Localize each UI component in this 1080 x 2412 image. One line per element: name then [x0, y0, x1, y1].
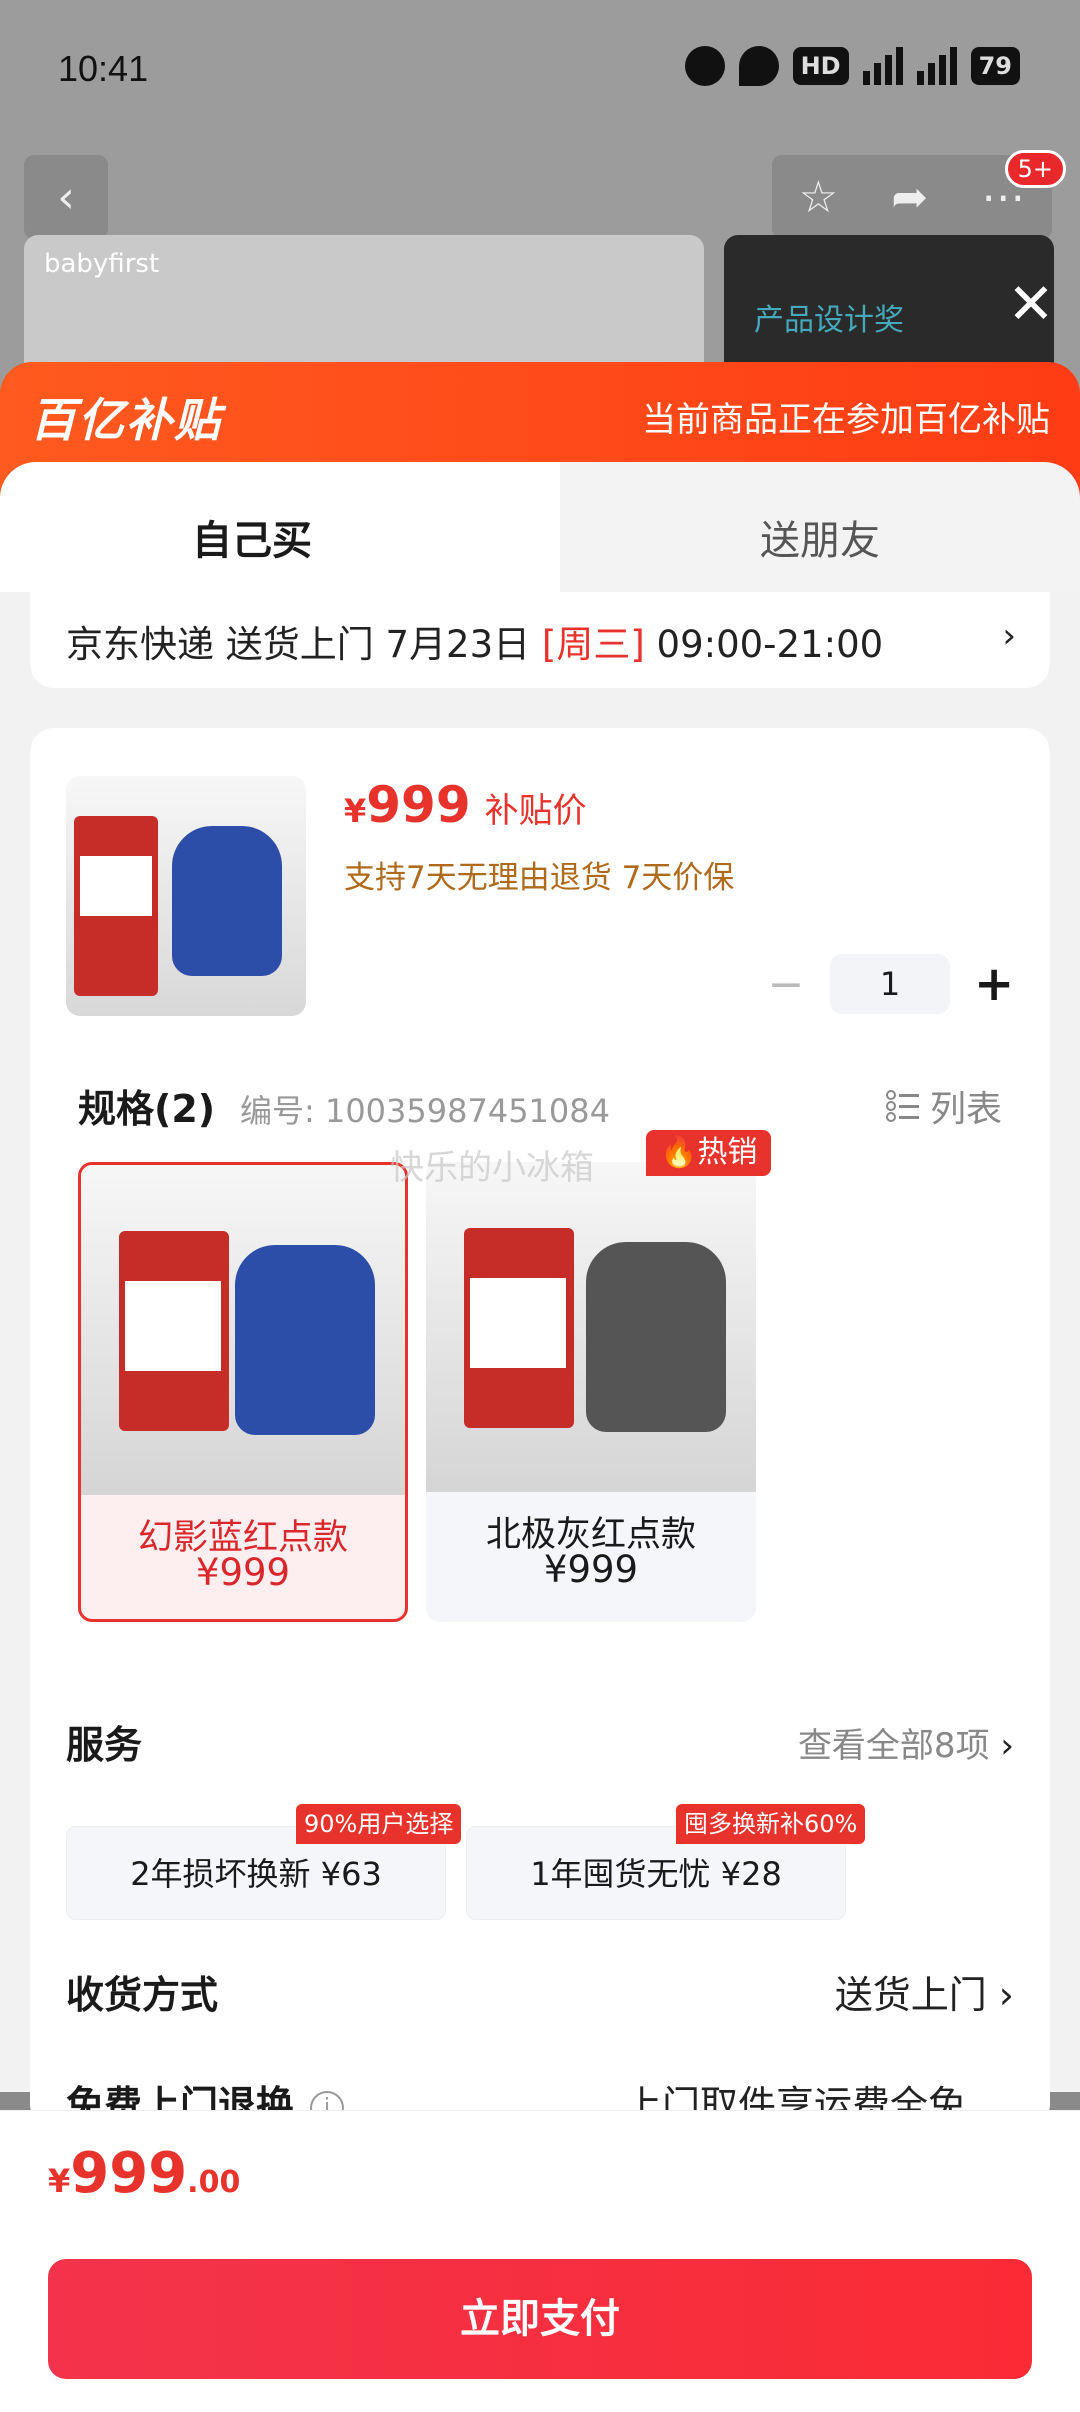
- signal-icon: [916, 47, 957, 85]
- total-currency: ¥: [48, 2162, 71, 2200]
- view-all-label: 查看全部8项: [797, 1726, 990, 1766]
- variant-image: [81, 1165, 405, 1495]
- purchase-sheet: 百亿补贴 当前商品正在参加百亿补贴 送朋友 自己买 京东快递 送货上门 7月23…: [0, 362, 1080, 2412]
- award-card-graphic: [74, 816, 158, 996]
- variant-option-blue[interactable]: 幻影蓝红点款 ¥999: [78, 1162, 408, 1622]
- notification-badge: 5+: [1004, 150, 1066, 188]
- delivery-row[interactable]: 京东快递 送货上门 7月23日 [周三] 09:00-21:00 ›: [30, 592, 1050, 688]
- hd-icon: HD: [792, 47, 849, 85]
- price-label: 补贴价: [484, 791, 587, 831]
- back-button[interactable]: ‹: [24, 155, 108, 239]
- plus-button[interactable]: +: [974, 956, 1014, 1012]
- car-seat-graphic: [586, 1242, 726, 1432]
- watermark: 快乐的小冰箱: [390, 1148, 594, 1188]
- shipping-method[interactable]: 送货上门 ›: [835, 1964, 1014, 2019]
- minus-button[interactable]: −: [766, 959, 806, 1010]
- signal-icon: [862, 47, 903, 85]
- spec-code: 编号: 10035987451084: [240, 1092, 610, 1130]
- total-integer: 999: [70, 2141, 188, 2206]
- services-title: 服务: [66, 1723, 143, 1767]
- product-card: ¥999 补贴价 支持7天无理由退货 7天价保 − 1 + 规格(2) 编号: 1…: [30, 728, 1050, 2128]
- spec-title: 规格(2): [78, 1087, 216, 1131]
- close-icon[interactable]: ✕: [996, 270, 1066, 340]
- brand-label: babyfirst: [44, 249, 160, 279]
- quantity-stepper: − 1 +: [766, 954, 1014, 1014]
- hot-sale-badge: 🔥热销: [646, 1130, 772, 1176]
- fire-icon: 🔥: [660, 1135, 698, 1170]
- chevron-left-icon: ‹: [57, 171, 75, 223]
- share-icon[interactable]: ➦: [891, 172, 928, 223]
- list-icon: [885, 1090, 919, 1122]
- award-card-graphic: [119, 1231, 229, 1431]
- car-seat-graphic: [235, 1245, 375, 1435]
- banner-message: 当前商品正在参加百亿补贴: [642, 400, 1050, 440]
- currency-symbol: ¥: [344, 792, 367, 830]
- shipping-value: 送货上门: [834, 1973, 987, 2017]
- battery-icon: 79: [970, 47, 1020, 85]
- variant-option-grey[interactable]: 北极灰红点款 ¥999: [426, 1162, 756, 1622]
- subsidy-logo: 百亿补贴: [30, 393, 222, 447]
- checkout-footer: ¥999.00 立即支付: [0, 2110, 1080, 2412]
- chevron-right-icon: ›: [998, 1973, 1014, 2017]
- delivery-text: 京东快递 送货上门 7月23日 [周三] 09:00-21:00: [66, 614, 883, 668]
- variant-price: ¥999: [195, 1551, 291, 1594]
- purchase-tabs: 送朋友 自己买: [0, 462, 1080, 602]
- sheet-content: 京东快递 送货上门 7月23日 [周三] 09:00-21:00 › ¥999 补…: [0, 592, 1080, 2128]
- status-icons: HD 79: [684, 46, 1020, 86]
- variant-image: [426, 1162, 756, 1492]
- delivery-prefix: 京东快递 送货上门 7月23日: [66, 623, 542, 666]
- pay-now-button[interactable]: 立即支付: [48, 2259, 1032, 2379]
- hot-sale-label: 热销: [697, 1135, 758, 1170]
- product-price: ¥999 补贴价: [344, 776, 587, 834]
- service-tag: 囤多换新补60%: [676, 1804, 866, 1844]
- service-tag: 90%用户选择: [296, 1804, 462, 1844]
- list-view-label: 列表: [929, 1089, 1002, 1130]
- tab-label: 送朋友: [760, 518, 880, 564]
- total-price: ¥999.00: [48, 2141, 240, 2206]
- alarm-icon: [684, 46, 725, 86]
- view-all-services[interactable]: 查看全部8项 ›: [798, 1718, 1014, 1767]
- quantity-input[interactable]: 1: [830, 954, 950, 1014]
- star-icon[interactable]: ☆: [799, 172, 838, 223]
- price-value: 999: [366, 776, 471, 834]
- total-decimal: .00: [187, 2165, 241, 2200]
- list-view-toggle[interactable]: 列表: [885, 1080, 1002, 1132]
- tab-self[interactable]: 自己买: [0, 462, 560, 602]
- product-thumbnail: [66, 776, 306, 1016]
- tab-gift[interactable]: 送朋友: [530, 462, 1080, 602]
- delivery-weekday: [周三]: [541, 623, 645, 666]
- return-policy: 支持7天无理由退货 7天价保: [344, 860, 735, 896]
- tab-label: 自己买: [192, 518, 312, 564]
- car-seat-graphic: [172, 826, 282, 976]
- variant-price: ¥999: [543, 1548, 639, 1591]
- award-card-graphic: [464, 1228, 574, 1428]
- status-bar: 10:41 HD 79: [0, 0, 1080, 140]
- location-icon: [738, 46, 779, 86]
- chevron-right-icon: ›: [1002, 616, 1016, 656]
- delivery-time: 09:00-21:00: [644, 623, 884, 666]
- award-text: 产品设计奖: [754, 303, 904, 338]
- shipping-title: 收货方式: [66, 1973, 219, 2017]
- chevron-right-icon: ›: [1000, 1726, 1014, 1766]
- status-time: 10:41: [58, 48, 149, 89]
